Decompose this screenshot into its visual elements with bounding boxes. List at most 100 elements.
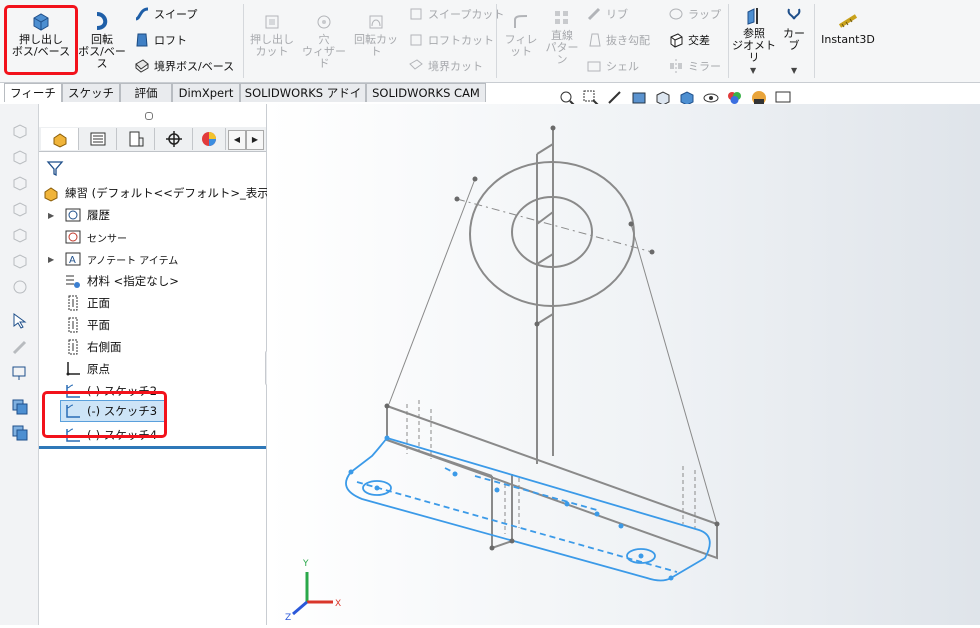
copy-icon[interactable] [11, 424, 29, 442]
graphics-area[interactable]: Y X Z [267, 104, 980, 625]
part-icon[interactable] [11, 148, 29, 166]
sketch-profile [345, 436, 711, 582]
model-viewport: Y X Z [285, 125, 720, 623]
tab-dimxpert-manager[interactable] [155, 128, 193, 150]
sketch-point [618, 523, 624, 529]
loft-label: ロフト [154, 34, 187, 47]
sensor-icon [65, 230, 81, 244]
reference-geometry-button[interactable]: 参照 ジオメトリ [732, 6, 776, 64]
vertex-point [550, 125, 556, 131]
tree-item-right-plane[interactable]: 右側面 [39, 336, 122, 358]
instant3d-label: Instant3D [821, 33, 875, 46]
tree-item-history[interactable]: ▶ 履歴 [39, 204, 110, 226]
reference-geometry-dropdown[interactable]: ▼ [750, 66, 756, 75]
plane-icon [68, 317, 78, 333]
part-icon[interactable] [11, 226, 29, 244]
vertex-point [714, 521, 720, 527]
hole-wizard-label: 穴 ウィザード [302, 33, 346, 70]
tree-item-label: アノテート アイテム [87, 255, 179, 267]
tab-display-manager[interactable] [193, 128, 226, 150]
curves-button[interactable]: カーブ [778, 6, 810, 52]
tab-scroll-right[interactable]: ▶ [246, 130, 264, 150]
intersect-icon [670, 33, 683, 48]
fillet-button[interactable]: フィレット [500, 12, 542, 58]
mirror-button[interactable]: ミラー [668, 58, 721, 74]
tab-dimxpert[interactable]: DimXpert [172, 83, 240, 102]
revolve-boss-icon [96, 12, 108, 30]
loft-button[interactable]: ロフト [134, 32, 187, 48]
part-icon[interactable] [11, 252, 29, 270]
filter-icon[interactable] [46, 159, 64, 177]
tab-addins[interactable]: SOLIDWORKS アドイン [240, 83, 366, 119]
intersect-button[interactable]: 交差 [668, 32, 710, 48]
shell-icon [587, 61, 601, 72]
wrap-button[interactable]: ラップ [668, 6, 721, 22]
linear-pattern-label: 直線 パターン [545, 29, 579, 66]
extrude-cut-label: 押し出し カット [250, 33, 294, 58]
revolve-boss-label: 回転 ボス/ベース [78, 33, 126, 70]
vertex-point [649, 249, 655, 255]
axis-label-y: Y [302, 559, 309, 569]
tab-scroll-left[interactable]: ◀ [228, 130, 246, 150]
lofted-cut-button[interactable]: ロフトカット [408, 32, 494, 48]
tree-item-material[interactable]: 材料 <指定なし> [39, 270, 179, 292]
annotation-icon: A [65, 252, 81, 266]
part-icon[interactable] [11, 122, 29, 140]
sweep-button[interactable]: スイープ [134, 6, 197, 22]
expand-arrow-icon[interactable]: ▶ [48, 255, 58, 264]
lofted-cut-icon [410, 34, 422, 46]
tab-evaluate[interactable]: 評価 [120, 83, 172, 102]
linear-pattern-button[interactable]: 直線 パターン [544, 8, 580, 66]
loft-icon [136, 33, 148, 47]
vertex-point [472, 176, 478, 182]
copy-icon[interactable] [11, 398, 29, 416]
move-icon[interactable] [11, 364, 29, 382]
sweep-icon [135, 7, 149, 21]
swept-cut-icon [410, 8, 422, 20]
tree-item-origin[interactable]: 原点 [39, 358, 110, 380]
boundary-boss-button[interactable]: 境界ボス/ベース [134, 58, 234, 74]
tree-item-annotations[interactable]: ▶ A アノテート アイテム [39, 248, 178, 270]
part-icon[interactable] [11, 278, 29, 296]
tree-item-top-plane[interactable]: 平面 [39, 314, 110, 336]
part-icon[interactable] [11, 200, 29, 218]
edit-icon[interactable] [11, 338, 29, 356]
fillet-label: フィレット [504, 33, 538, 58]
tab-sketch[interactable]: スケッチ [62, 83, 120, 102]
tab-features[interactable]: フィーチャー [4, 83, 62, 119]
history-icon [65, 208, 81, 222]
property-manager-icon [90, 132, 105, 146]
configuration-manager-icon [129, 131, 143, 147]
command-manager-tabs: フィーチャー スケッチ 評価 DimXpert SOLIDWORKS アドイン … [0, 83, 980, 119]
tab-property-manager[interactable] [79, 128, 117, 150]
tab-feature-tree[interactable] [41, 128, 79, 150]
sweep-label: スイープ [154, 8, 198, 21]
tree-item-front-plane[interactable]: 正面 [39, 292, 110, 314]
tree-item-sensors[interactable]: センサー [39, 226, 127, 248]
sketch-construction [356, 467, 678, 573]
highlight-box-extrude [4, 5, 78, 75]
rib-button[interactable]: リブ [586, 6, 628, 22]
instant3d-button[interactable]: Instant3D [818, 12, 878, 46]
curves-dropdown[interactable]: ▼ [791, 66, 797, 75]
axis-triad [292, 572, 333, 616]
select-icon[interactable] [11, 312, 29, 330]
boundary-cut-button[interactable]: 境界カット [408, 58, 483, 74]
mirror-icon [670, 59, 682, 73]
sketch-point [668, 575, 674, 581]
revolve-cut-button[interactable]: 回転カット [352, 12, 400, 58]
tree-item-label: 材料 <指定なし> [87, 274, 179, 288]
expand-arrow-icon[interactable]: ▶ [48, 211, 58, 220]
draft-button[interactable]: 抜き勾配 [586, 32, 650, 48]
tab-configuration-manager[interactable] [117, 128, 155, 150]
revolve-boss-button[interactable]: 回転 ボス/ベース [74, 10, 130, 70]
swept-cut-button[interactable]: スイープカット [408, 6, 504, 22]
hole-wizard-button[interactable]: 穴 ウィザード [300, 12, 348, 70]
rib-icon [587, 7, 601, 21]
wrap-icon [669, 8, 683, 20]
extrude-cut-button[interactable]: 押し出し カット [248, 12, 296, 58]
panel-collapse-handle[interactable] [145, 112, 153, 120]
shell-button[interactable]: シェル [586, 58, 639, 74]
part-icon[interactable] [11, 174, 29, 192]
tab-cam[interactable]: SOLIDWORKS CAM [366, 83, 486, 102]
